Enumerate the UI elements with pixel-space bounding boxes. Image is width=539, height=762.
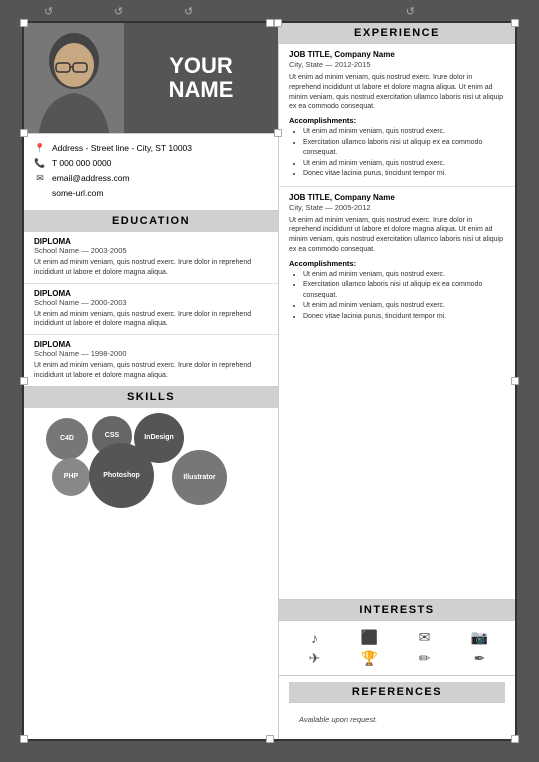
rotate-icon-1[interactable]: ↺ <box>44 5 53 18</box>
address-text: Address - Street line - City, ST 10003 <box>52 143 192 153</box>
contact-phone: 📞 T 000 000 0000 <box>34 157 268 169</box>
references-header: REFERENCES <box>289 682 505 703</box>
edu-degree-2: DIPLOMA <box>34 289 268 298</box>
header-section: YOUR NAME <box>24 23 278 134</box>
education-header: EDUCATION <box>24 211 278 232</box>
interest-trophy: 🏆 <box>344 650 395 667</box>
email-icon: ✉ <box>34 172 46 184</box>
interest-travel: ✈ <box>289 650 340 667</box>
handle-tr <box>274 19 282 27</box>
interests-icons-grid: ♪ ⬛ ✉ 📷 ✈ 🏆 ✏ ✒ <box>279 621 515 675</box>
url-icon <box>34 187 46 199</box>
bubble-c4d: C4D <box>46 418 88 460</box>
edu-item-3: DIPLOMA School Name — 1998-2000 Ut enim … <box>24 335 278 386</box>
outer-handle-mr <box>511 377 519 385</box>
rotate-icon-2[interactable]: ↺ <box>114 5 123 18</box>
references-section: REFERENCES Available upon request. <box>279 676 515 739</box>
interest-camera: 📷 <box>454 629 505 646</box>
bullet-1-2: Exercitation ullamco laboris nisi ut ali… <box>303 138 505 159</box>
interest-write: ✒ <box>454 650 505 667</box>
rotate-icon-3[interactable]: ↺ <box>184 5 193 18</box>
left-column: YOUR NAME 📍 Address - Street line - City… <box>24 23 279 739</box>
edu-body-3: Ut enim ad minim veniam, quis nostrud ex… <box>34 361 268 381</box>
your-label: YOUR <box>169 54 233 78</box>
experience-header: EXPERIENCE <box>279 23 515 44</box>
photo-placeholder <box>24 23 124 133</box>
bullet-2-3: Ut enim ad minim veniam, quis nostrud ex… <box>303 301 505 312</box>
contact-address: 📍 Address - Street line - City, ST 10003 <box>34 142 268 154</box>
skills-bubbles: C4D CSS InDesign PHP Photoshop Illustrat… <box>24 408 278 508</box>
exp-item-1: JOB TITLE, Company Name City, State — 20… <box>279 44 515 187</box>
bullet-1-4: Donec vitae lacinia purus, tincidunt tem… <box>303 169 505 180</box>
edu-item-2: DIPLOMA School Name — 2000-2003 Ut enim … <box>24 284 278 336</box>
handle-bl <box>20 129 28 137</box>
outer-handle-ml <box>20 377 28 385</box>
education-section: EDUCATION DIPLOMA School Name — 2003-200… <box>24 211 278 387</box>
bubble-php: PHP <box>52 458 90 496</box>
bullet-2-2: Exercitation ullamco laboris nisi ut ali… <box>303 280 505 301</box>
interest-edit: ✏ <box>399 650 450 667</box>
edu-degree-3: DIPLOMA <box>34 340 268 349</box>
contact-section: 📍 Address - Street line - City, ST 10003… <box>24 134 278 211</box>
interest-film: ⬛ <box>344 629 395 646</box>
resume-page: YOUR NAME 📍 Address - Street line - City… <box>22 21 517 741</box>
phone-icon: 📞 <box>34 157 46 169</box>
photo-box[interactable] <box>24 23 124 133</box>
exp-acc-title-2: Accomplishments: <box>289 259 505 268</box>
edu-item-1: DIPLOMA School Name — 2003-2005 Ut enim … <box>24 232 278 284</box>
interests-section: INTERESTS ♪ ⬛ ✉ 📷 ✈ 🏆 ✏ ✒ <box>279 600 515 676</box>
edu-school-3: School Name — 1998-2000 <box>34 349 268 358</box>
interest-music: ♪ <box>289 629 340 646</box>
skills-section: SKILLS C4D CSS InDesign PHP Photoshop Il… <box>24 387 278 739</box>
exp-title-1: JOB TITLE, Company Name <box>289 50 505 59</box>
experience-section: EXPERIENCE JOB TITLE, Company Name City,… <box>279 23 515 600</box>
name-box: YOUR NAME <box>124 23 278 133</box>
contact-email: ✉ email@address.com <box>34 172 268 184</box>
bullet-1-3: Ut enim ad minim veniam, quis nostrud ex… <box>303 159 505 170</box>
exp-acc-title-1: Accomplishments: <box>289 116 505 125</box>
photo-svg <box>24 23 124 133</box>
interest-mail: ✉ <box>399 629 450 646</box>
outer-handle-br <box>511 735 519 743</box>
url-text: some-url.com <box>52 188 103 198</box>
bullet-2-1: Ut enim ad minim veniam, quis nostrud ex… <box>303 270 505 281</box>
exp-bullets-2: Ut enim ad minim veniam, quis nostrud ex… <box>289 270 505 323</box>
skills-header: SKILLS <box>24 387 278 408</box>
edu-school-2: School Name — 2000-2003 <box>34 298 268 307</box>
exp-body-2: Ut enim ad minim veniam, quis nostrud ex… <box>289 216 505 255</box>
exp-bullets-1: Ut enim ad minim veniam, quis nostrud ex… <box>289 127 505 180</box>
exp-title-2: JOB TITLE, Company Name <box>289 193 505 202</box>
outer-handle-bc <box>266 735 274 743</box>
bubble-illustrator: Illustrator <box>172 450 227 505</box>
email-text: email@address.com <box>52 173 130 183</box>
references-text: Available upon request. <box>299 715 377 724</box>
exp-item-2: JOB TITLE, Company Name City, State — 20… <box>279 187 515 329</box>
edu-degree-1: DIPLOMA <box>34 237 268 246</box>
outer-handle-tl <box>20 19 28 27</box>
edu-school-1: School Name — 2003-2005 <box>34 246 268 255</box>
location-icon: 📍 <box>34 142 46 154</box>
name-label: NAME <box>169 78 234 102</box>
edu-body-1: Ut enim ad minim veniam, quis nostrud ex… <box>34 258 268 278</box>
exp-body-1: Ut enim ad minim veniam, quis nostrud ex… <box>289 73 505 112</box>
handle-br <box>274 129 282 137</box>
outer-handle-tr <box>511 19 519 27</box>
phone-text: T 000 000 0000 <box>52 158 111 168</box>
bubble-photoshop: Photoshop <box>89 443 154 508</box>
edu-body-2: Ut enim ad minim veniam, quis nostrud ex… <box>34 310 268 330</box>
bullet-2-4: Donec vitae lacinia purus, tincidunt tem… <box>303 312 505 323</box>
exp-location-2: City, State — 2005-2012 <box>289 203 505 212</box>
right-column: EXPERIENCE JOB TITLE, Company Name City,… <box>279 23 515 739</box>
contact-url: some-url.com <box>34 187 268 199</box>
outer-handle-tc <box>266 19 274 27</box>
exp-location-1: City, State — 2012-2015 <box>289 60 505 69</box>
interests-header: INTERESTS <box>279 600 515 621</box>
outer-handle-bl <box>20 735 28 743</box>
bullet-1-1: Ut enim ad minim veniam, quis nostrud ex… <box>303 127 505 138</box>
rotate-icon-4[interactable]: ↺ <box>406 5 415 18</box>
